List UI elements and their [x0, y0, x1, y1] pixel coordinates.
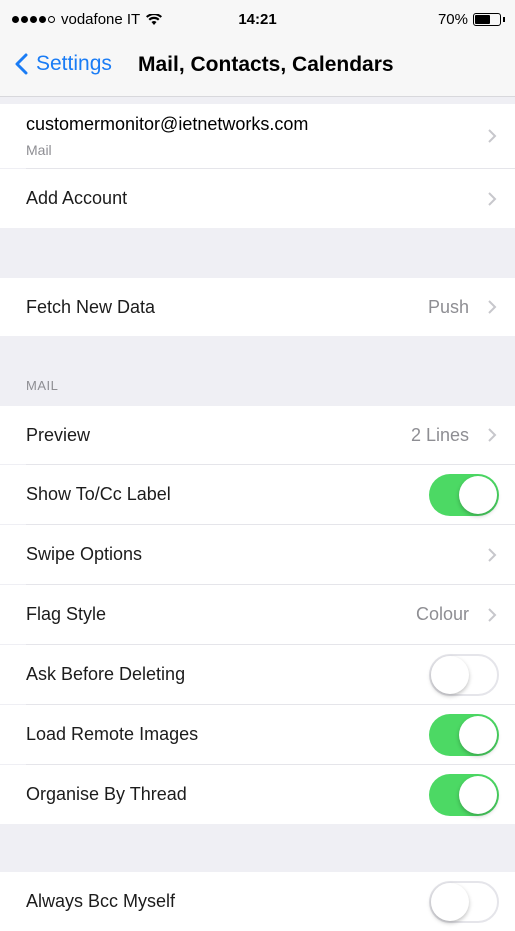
always-bcc-row: Always Bcc Myself [0, 872, 515, 931]
chevron-right-icon [488, 129, 497, 143]
section-gap [0, 824, 515, 872]
add-account-label: Add Account [26, 188, 128, 208]
ask-before-deleting-row: Ask Before Deleting [0, 645, 515, 704]
chevron-right-icon [488, 300, 497, 314]
organise-by-thread-toggle[interactable] [429, 773, 499, 816]
section-gap [0, 228, 515, 278]
always-bcc-toggle[interactable] [429, 880, 499, 923]
account-email: customermonitor@ietnetworks.com [26, 114, 309, 134]
add-account-row[interactable]: Add Account [0, 169, 515, 228]
chevron-right-icon [488, 191, 497, 206]
preview-value: 2 Lines [410, 424, 469, 445]
account-row[interactable]: customermonitor@ietnetworks.com Mail [0, 104, 515, 168]
chevron-right-icon [488, 428, 497, 442]
flag-style-row[interactable]: Flag Style Colour [0, 585, 515, 644]
mail-section-gap: MAIL [0, 336, 515, 406]
show-tocc-row: Show To/Cc Label [0, 465, 515, 524]
chevron-left-icon [15, 53, 28, 75]
show-tocc-label: Show To/Cc Label [26, 484, 171, 504]
load-remote-images-toggle[interactable] [429, 713, 499, 756]
navigation-bar: Settings Mail, Contacts, Calendars [0, 40, 515, 97]
back-label: Settings [36, 52, 112, 75]
swipe-options-label: Swipe Options [26, 544, 143, 564]
organise-by-thread-row: Organise By Thread [0, 765, 515, 824]
always-bcc-label: Always Bcc Myself [26, 891, 176, 911]
back-button[interactable]: Settings [14, 52, 112, 76]
preview-row[interactable]: Preview 2 Lines [0, 406, 515, 464]
fetch-new-data-row[interactable]: Fetch New Data Push [0, 278, 515, 336]
chevron-right-icon [488, 547, 497, 562]
page-title: Mail, Contacts, Calendars [138, 53, 394, 76]
preview-label: Preview [26, 424, 91, 445]
chevron-right-icon [488, 607, 497, 622]
fetch-new-data-value: Push [427, 296, 469, 317]
load-remote-images-row: Load Remote Images [0, 705, 515, 764]
battery-percentage: 70% [437, 11, 468, 28]
status-bar: vodafone IT 14:21 70% [0, 0, 515, 40]
flag-style-value: Colour [415, 604, 469, 624]
show-tocc-toggle[interactable] [429, 473, 499, 516]
ask-before-deleting-label: Ask Before Deleting [26, 664, 186, 684]
organise-by-thread-label: Organise By Thread [26, 784, 187, 804]
load-remote-images-label: Load Remote Images [26, 724, 199, 744]
status-right: 70% [438, 11, 505, 28]
account-type: Mail [26, 142, 52, 158]
battery-icon [473, 13, 501, 26]
flag-style-label: Flag Style [26, 604, 107, 624]
fetch-new-data-label: Fetch New Data [26, 296, 156, 317]
ask-before-deleting-toggle[interactable] [429, 653, 499, 696]
mail-section-header: MAIL [26, 378, 59, 393]
swipe-options-row[interactable]: Swipe Options [0, 525, 515, 584]
